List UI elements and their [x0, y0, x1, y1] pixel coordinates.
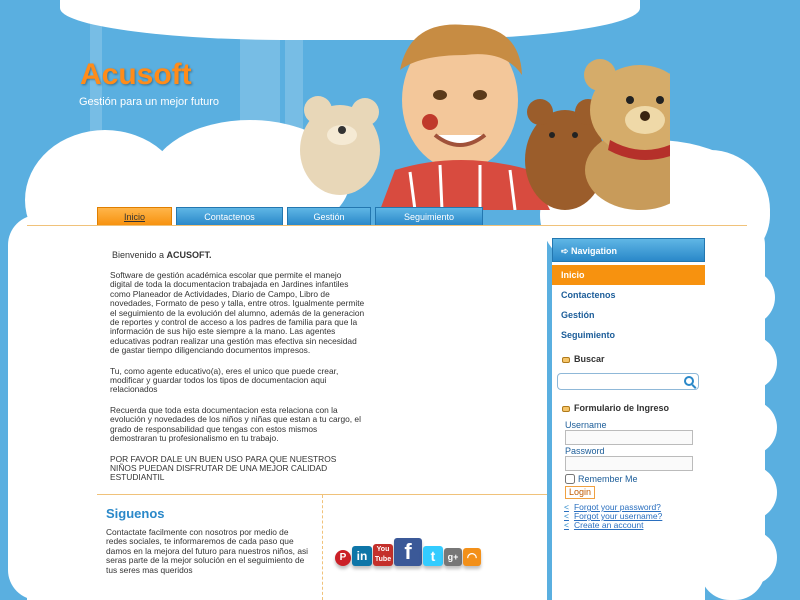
agent-paragraph: Tu, como agente educativo(a), eres el un… [110, 365, 339, 395]
tab-gestion[interactable]: Gestión [287, 207, 371, 226]
footer-vertical-divider [322, 495, 323, 600]
password-label: Password [565, 446, 605, 456]
responsibility-paragraph: Recuerda que toda esta documentacion est… [110, 404, 361, 444]
remember-me-checkbox[interactable] [565, 474, 575, 484]
twitter-icon[interactable]: t [423, 546, 443, 566]
closing-paragraph: POR FAVOR DALE UN BUEN USO PARA QUE NUES… [110, 453, 337, 483]
search-input[interactable] [561, 374, 681, 389]
facebook-icon[interactable]: f [394, 538, 422, 566]
login-button[interactable]: Login [565, 486, 596, 499]
sidebar-item-contactenos[interactable]: Contactenos [552, 285, 705, 305]
siguenos-title: Siguenos [106, 506, 165, 521]
sidebar-heading: ➪ Navigation [552, 238, 705, 262]
welcome-brand: ACUSOFT. [166, 250, 212, 260]
header-banner: Acusoft Gestión para un mejor futuro [60, 0, 670, 225]
welcome-heading: Bienvenido a ACUSOFT. [112, 250, 212, 260]
header-divider [27, 225, 747, 226]
site-logo[interactable]: Acusoft [80, 58, 192, 92]
main-content: Bienvenido a ACUSOFT. Software de gestió… [97, 250, 365, 494]
arrow-right-icon: ➪ [561, 246, 572, 256]
sidebar-item-seguimiento[interactable]: Seguimiento [552, 325, 705, 345]
bullet-icon [562, 356, 570, 363]
username-label: Username [565, 420, 607, 430]
top-nav: Inicio Contactenos Gestión Seguimiento [97, 207, 487, 226]
googleplus-icon[interactable]: g+ [444, 548, 462, 566]
sidebar-item-inicio[interactable]: Inicio [552, 265, 705, 285]
tab-seguimiento[interactable]: Seguimiento [375, 207, 483, 226]
login-section-title: Formulario de Ingreso [552, 400, 705, 416]
site-slogan: Gestión para un mejor futuro [79, 96, 220, 108]
siguenos-text: Contactate facilmente con nosotros por m… [106, 527, 309, 575]
youtube-icon[interactable]: You Tube [373, 544, 393, 566]
search-icon[interactable] [684, 376, 694, 386]
remember-me-label: Remember Me [578, 474, 638, 484]
linkedin-icon[interactable]: in [352, 546, 372, 566]
chevron-left-icon: < [564, 520, 569, 530]
kids-teddy-bears-illustration [300, 24, 670, 210]
password-field[interactable] [565, 456, 693, 471]
sidebar: ➪ Navigation Inicio Contactenos Gestión … [552, 238, 705, 600]
username-field[interactable] [565, 430, 693, 445]
social-icons: P in You Tube f t g+ ◠ [335, 538, 482, 566]
sidebar-item-gestion[interactable]: Gestión [552, 305, 705, 325]
rss-icon[interactable]: ◠ [463, 548, 481, 566]
search-section-title: Buscar [552, 351, 705, 367]
create-account-link[interactable]: < Create an account [552, 521, 705, 530]
remember-me: Remember Me [552, 474, 705, 484]
bullet-icon [562, 405, 570, 412]
tab-contactenos[interactable]: Contactenos [176, 207, 283, 226]
intro-paragraph: Software de gestión académica escolar qu… [110, 270, 365, 356]
pinterest-icon[interactable]: P [335, 550, 351, 566]
tab-inicio[interactable]: Inicio [97, 207, 172, 226]
search-box [557, 373, 699, 390]
